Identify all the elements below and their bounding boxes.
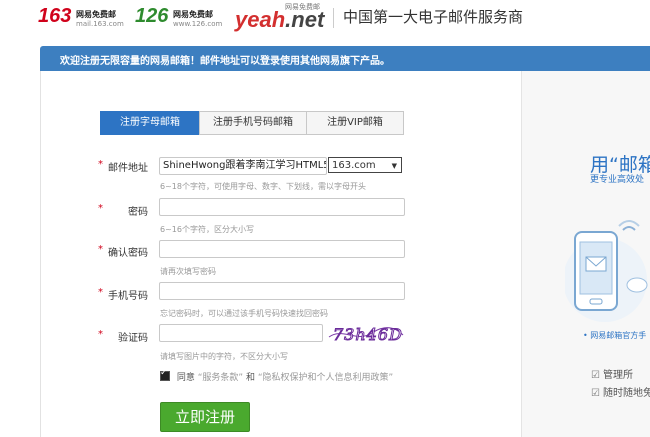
logo-126-number: 126 bbox=[135, 5, 169, 27]
register-button[interactable]: 立即注册 bbox=[160, 402, 250, 432]
promo-official-link[interactable]: • 网易邮箱官方手 bbox=[583, 330, 646, 341]
welcome-banner-text: 欢迎注册无限容量的网易邮箱！邮件地址可以登录使用其他网易旗下产品。 bbox=[60, 56, 390, 67]
promo-feature-2: ☑ 随时随地免 bbox=[591, 384, 650, 399]
checkmark-icon: ☑ bbox=[591, 388, 600, 399]
logo-yeah[interactable]: 网易免费邮 yeah.net bbox=[235, 3, 325, 32]
privacy-link[interactable]: “隐私权保护和个人信息利用政策” bbox=[258, 373, 393, 383]
agree-prefix: 同意 bbox=[176, 373, 195, 383]
password-label: 密码 bbox=[128, 207, 148, 218]
password-required-mark: * bbox=[98, 203, 103, 214]
logo-yeah-tld: net bbox=[291, 7, 325, 32]
phone-input[interactable] bbox=[159, 282, 405, 300]
registration-tabs: 注册字母邮箱 注册手机号码邮箱 注册VIP邮箱 bbox=[100, 111, 404, 135]
email-input-value: ShineHwong跟着李南江学习HTML5-@ bbox=[163, 160, 326, 171]
captcha-required-mark: * bbox=[98, 329, 103, 340]
tab-letter-email[interactable]: 注册字母邮箱 bbox=[100, 111, 200, 135]
email-required-mark: * bbox=[98, 159, 103, 170]
confirm-password-label: 确认密码 bbox=[108, 248, 148, 259]
promo-feature-1-text: 管理所 bbox=[602, 370, 633, 381]
captcha-image[interactable]: 73h46D bbox=[327, 323, 405, 345]
confirm-password-hint: 请再次填写密码 bbox=[160, 267, 216, 276]
email-domain-select[interactable]: 163.com ▼ bbox=[328, 157, 402, 173]
header-slogan: 中国第一大电子邮件服务商 bbox=[343, 8, 524, 26]
promo-feature-1: ☑ 管理所 bbox=[591, 366, 633, 381]
logo-163[interactable]: 163 网易免费邮 mail.163.com bbox=[38, 5, 133, 32]
email-label: 邮件地址 bbox=[108, 163, 148, 174]
phone-required-mark: * bbox=[98, 287, 103, 298]
logo-163-line1: 网易免费邮 bbox=[76, 10, 116, 19]
agree-checkbox[interactable] bbox=[160, 368, 170, 381]
email-domain-value: 163.com bbox=[332, 160, 376, 171]
checkmark-icon: ☑ bbox=[591, 370, 600, 381]
captcha-hint: 请填写图片中的字符，不区分大小写 bbox=[160, 352, 288, 361]
email-hint: 6~18个字符，可使用字母、数字、下划线，需以字母开头 bbox=[160, 182, 366, 191]
agreement-row: 同意 “服务条款” 和 “隐私权保护和个人信息利用政策” bbox=[160, 368, 393, 383]
email-input[interactable]: ShineHwong跟着李南江学习HTML5-@ bbox=[159, 157, 327, 175]
logo-126-line2: www.126.com bbox=[173, 20, 223, 28]
top-header: 163 网易免费邮 mail.163.com 126 网易免费邮 www.126… bbox=[0, 0, 650, 38]
phone-label: 手机号码 bbox=[108, 291, 148, 302]
chevron-down-icon: ▼ bbox=[391, 162, 397, 170]
captcha-label: 验证码 bbox=[118, 333, 148, 344]
password-hint: 6~16个字符，区分大小写 bbox=[160, 225, 254, 234]
agree-and: 和 bbox=[245, 373, 255, 383]
header-divider bbox=[333, 8, 334, 28]
phone-illustration-icon bbox=[565, 220, 648, 322]
password-input[interactable] bbox=[159, 198, 405, 216]
captcha-text: 73h46D bbox=[333, 325, 403, 344]
logo-126-line1: 网易免费邮 bbox=[173, 10, 213, 19]
tab-phone-email[interactable]: 注册手机号码邮箱 bbox=[199, 111, 307, 135]
terms-link[interactable]: “服务条款” bbox=[198, 373, 243, 383]
confirm-password-input[interactable] bbox=[159, 240, 405, 258]
welcome-banner: 欢迎注册无限容量的网易邮箱！邮件地址可以登录使用其他网易旗下产品。 bbox=[40, 46, 650, 71]
confirm-required-mark: * bbox=[98, 244, 103, 255]
promo-subtitle: 更专业高效处 bbox=[590, 175, 645, 185]
logo-yeah-text: yeah.net bbox=[235, 8, 324, 32]
logo-yeah-word: yeah bbox=[235, 7, 286, 32]
logo-126[interactable]: 126 网易免费邮 www.126.com bbox=[135, 5, 225, 32]
phone-hint: 忘记密码时，可以通过该手机号码快速找回密码 bbox=[160, 309, 328, 318]
logo-163-number: 163 bbox=[38, 5, 72, 27]
tab-vip-email[interactable]: 注册VIP邮箱 bbox=[306, 111, 404, 135]
captcha-input[interactable] bbox=[159, 324, 323, 342]
promo-feature-2-text: 随时随地免 bbox=[602, 388, 650, 399]
logo-163-line2: mail.163.com bbox=[76, 20, 124, 28]
